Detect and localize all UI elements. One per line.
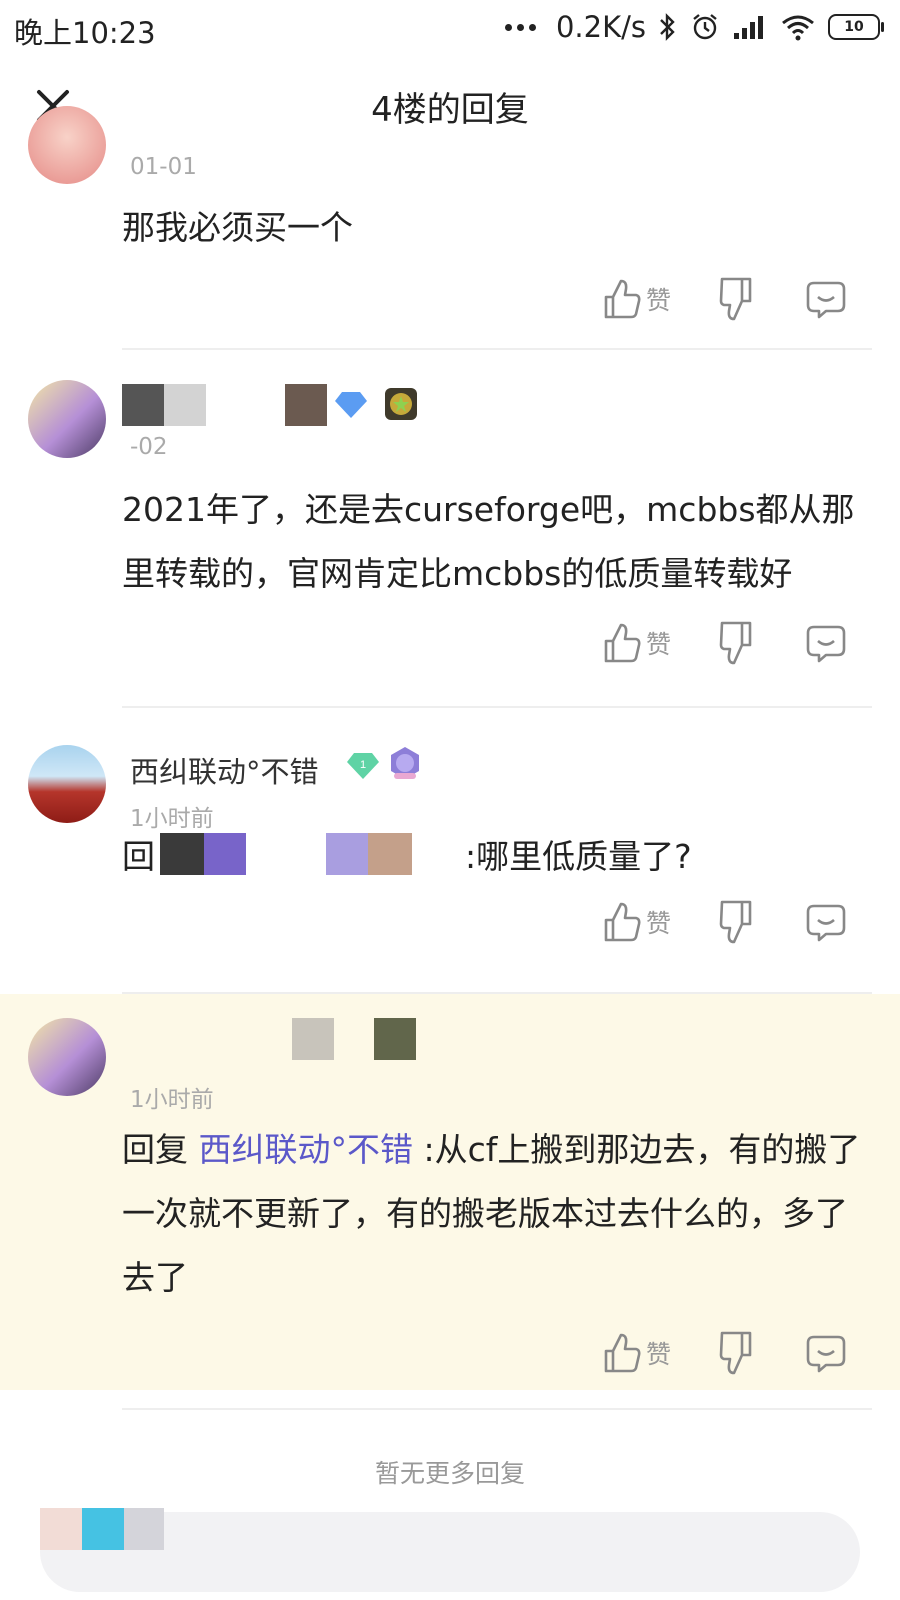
post-text: 2021年了，还是去curseforge吧，mcbbs都从那里转载的，官网肯定比… <box>122 490 855 593</box>
avatar-mosaic <box>124 1508 164 1550</box>
status-time: 晚上10:23 <box>14 16 156 50</box>
mention-link[interactable]: 西纠联动°不错 <box>199 1130 414 1169</box>
username-mosaic <box>374 1018 416 1060</box>
avatar-mosaic <box>40 1508 82 1550</box>
wifi-icon <box>782 15 814 41</box>
battery-icon: 10 <box>828 14 884 40</box>
divider <box>122 348 872 350</box>
more-dots-icon <box>504 23 536 31</box>
medal-badge-icon <box>385 388 417 420</box>
username-mosaic <box>285 384 327 426</box>
no-more-replies: 暂无更多回复 <box>374 1459 525 1488</box>
mention-mosaic <box>368 833 412 875</box>
battery-level: 10 <box>844 19 864 35</box>
thumbs-up-icon <box>604 623 641 663</box>
reply-item: 01-01 那我必须买一个 赞 <box>0 106 900 354</box>
mention-mosaic <box>160 833 204 875</box>
post-actions: 赞 <box>600 897 860 947</box>
reply-prefix: 回 <box>122 837 155 876</box>
post-actions: 赞 <box>600 618 860 668</box>
post-time: -02 <box>130 434 168 460</box>
like-label: 赞 <box>646 630 672 659</box>
mention-mosaic <box>204 833 246 875</box>
avatar[interactable] <box>28 1018 106 1096</box>
reply-prefix: 回复 <box>122 1130 188 1169</box>
thumbs-down-icon[interactable] <box>718 618 758 668</box>
thumbs-up-icon <box>604 902 641 942</box>
alarm-icon <box>693 14 717 40</box>
comment-icon[interactable] <box>806 897 846 947</box>
username[interactable]: 西纠联动°不错 <box>130 749 319 791</box>
post-text: 那我必须买一个 <box>122 208 353 247</box>
avatar[interactable] <box>28 106 106 184</box>
status-bar: 晚上10:23 0.2K/s 10 <box>0 0 900 58</box>
level-badge-icon <box>335 392 367 418</box>
like-label: 赞 <box>646 286 672 315</box>
post-time: 1小时前 <box>130 1087 214 1113</box>
highlighted-reply-item: 1小时前 回复 西纠联动°不错 :从cf上搬到那边去，有的搬了一次就不更新了，有… <box>0 994 900 1390</box>
post-actions: 赞 <box>600 274 860 324</box>
thumbs-down-icon[interactable] <box>718 897 758 947</box>
post-time: 01-01 <box>130 154 197 180</box>
reply-input[interactable] <box>40 1508 860 1592</box>
thumbs-down-icon[interactable] <box>718 1328 758 1378</box>
username-mosaic <box>122 384 164 426</box>
page-title: 4楼的回复 <box>371 90 529 130</box>
network-speed: 0.2K/s <box>555 10 646 44</box>
post-actions: 赞 <box>600 1328 860 1378</box>
avatar[interactable] <box>28 745 106 823</box>
medal-badge-icon <box>391 747 419 779</box>
like-label: 赞 <box>646 1340 672 1369</box>
status-icons: 0.2K/s 10 <box>504 10 884 44</box>
avatar-mosaic <box>82 1508 124 1550</box>
thumbs-down-icon[interactable] <box>718 274 758 324</box>
thumbs-up-icon <box>604 279 641 319</box>
like-button[interactable]: 赞 <box>602 897 671 947</box>
like-button[interactable]: 赞 <box>602 274 671 324</box>
avatar[interactable] <box>28 380 106 458</box>
divider <box>122 706 872 708</box>
mention-mosaic <box>326 833 368 875</box>
level-number: 1 <box>360 759 366 771</box>
signal-icon <box>734 16 763 39</box>
like-button[interactable]: 赞 <box>602 618 671 668</box>
post-text: 回复 西纠联动°不错 :从cf上搬到那边去，有的搬了一次就不更新了，有的搬老版本… <box>122 1118 862 1310</box>
level-badge-icon: 1 <box>347 753 379 779</box>
comment-icon[interactable] <box>806 274 846 324</box>
like-button[interactable]: 赞 <box>602 1328 671 1378</box>
bluetooth-icon <box>660 13 675 41</box>
reply-item: 西纠联动°不错 1 1小时前 回:哪里低质量了? 赞 <box>0 735 900 995</box>
username-mosaic <box>292 1018 334 1060</box>
divider <box>122 1408 872 1410</box>
header: 4楼的回复 <box>0 58 900 154</box>
like-label: 赞 <box>646 909 672 938</box>
reply-item: -02 2021年了，还是去curseforge吧，mcbbs都从那里转载的，官… <box>0 378 900 698</box>
thumbs-up-icon <box>604 1333 641 1373</box>
reply-content: :哪里低质量了? <box>465 837 692 876</box>
comment-icon[interactable] <box>806 618 846 668</box>
comment-icon[interactable] <box>806 1328 846 1378</box>
username-mosaic <box>164 384 206 426</box>
